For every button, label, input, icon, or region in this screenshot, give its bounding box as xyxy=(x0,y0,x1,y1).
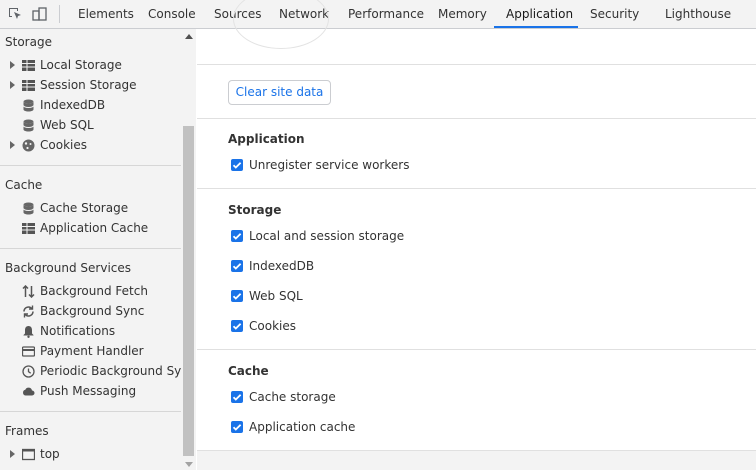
sidebar-item-label: Push Messaging xyxy=(40,384,137,398)
application-sidebar: Storage Local Storage Session Storage In… xyxy=(0,29,196,470)
tab-lighthouse[interactable]: Lighthouse xyxy=(665,0,731,29)
sidebar-item-web-sql[interactable]: Web SQL xyxy=(0,116,181,136)
section-divider xyxy=(197,188,756,189)
sidebar-item-background-fetch[interactable]: Background Fetch xyxy=(0,282,181,302)
sidebar-item-label: Local Storage xyxy=(40,58,122,72)
sidebar-item-indexeddb[interactable]: IndexedDB xyxy=(0,96,181,116)
sidebar-item-periodic-background-sync[interactable]: Periodic Background Sync xyxy=(0,362,196,382)
grid-icon xyxy=(22,79,35,92)
sidebar-divider xyxy=(0,411,181,412)
tab-security[interactable]: Security xyxy=(590,0,639,29)
sidebar-item-label: Background Sync xyxy=(40,304,145,318)
sidebar-item-local-storage[interactable]: Local Storage xyxy=(0,56,181,76)
sidebar-item-notifications[interactable]: Notifications xyxy=(0,322,181,342)
arrows-updown-icon xyxy=(22,284,35,299)
sidebar-heading-frames: Frames xyxy=(5,424,49,438)
section-title-application: Application xyxy=(228,132,305,146)
sidebar-item-label: Cache Storage xyxy=(40,201,129,215)
clear-site-data-button[interactable]: Clear site data xyxy=(228,80,331,105)
checkbox-cookies[interactable] xyxy=(231,320,243,332)
sidebar-item-label: Periodic Background Sync xyxy=(40,364,196,378)
database-icon xyxy=(22,99,35,112)
sidebar-heading-cache: Cache xyxy=(5,178,43,192)
panel-bottom-bar xyxy=(197,450,756,470)
sidebar-item-background-sync[interactable]: Background Sync xyxy=(0,302,181,322)
sidebar-item-label: top xyxy=(40,447,60,461)
checkbox-label[interactable]: Cache storage xyxy=(249,390,336,404)
tab-console[interactable]: Console xyxy=(148,0,196,29)
sidebar-item-label: Application Cache xyxy=(40,221,149,235)
sidebar-item-label: Cookies xyxy=(40,138,87,152)
cookie-icon xyxy=(22,139,35,152)
sidebar-item-label: Payment Handler xyxy=(40,344,144,358)
checkbox-label[interactable]: Local and session storage xyxy=(249,229,404,243)
section-divider xyxy=(197,118,756,119)
devtools-tab-bar: Elements Console Sources Network Perform… xyxy=(0,0,756,29)
section-divider xyxy=(197,64,756,65)
checkbox-application-cache[interactable] xyxy=(231,421,243,433)
checkbox-web-sql[interactable] xyxy=(231,290,243,302)
checkbox-label[interactable]: Unregister service workers xyxy=(249,158,409,172)
frame-icon xyxy=(21,448,36,461)
scrollbar-thumb[interactable] xyxy=(183,126,194,456)
sidebar-item-label: Background Fetch xyxy=(40,284,148,298)
sidebar-heading-background-services: Background Services xyxy=(5,261,132,275)
sidebar-heading-storage: Storage xyxy=(5,35,52,49)
sidebar-item-cache-storage[interactable]: Cache Storage xyxy=(0,199,181,219)
database-icon xyxy=(22,119,35,132)
bell-icon xyxy=(22,325,35,338)
grid-icon xyxy=(22,59,35,72)
active-tab-indicator xyxy=(494,26,578,28)
checkbox-indexeddb[interactable] xyxy=(231,260,243,272)
sidebar-divider xyxy=(0,165,181,166)
section-title-cache: Cache xyxy=(228,364,269,378)
checkbox-label[interactable]: Cookies xyxy=(249,319,296,333)
tab-application[interactable]: Application xyxy=(506,0,573,29)
clock-icon xyxy=(22,365,35,378)
tab-elements[interactable]: Elements xyxy=(78,0,134,29)
expand-arrow-icon[interactable] xyxy=(10,61,15,69)
scroll-down-arrow-icon[interactable] xyxy=(185,462,193,467)
card-icon xyxy=(21,345,36,358)
tab-memory[interactable]: Memory xyxy=(438,0,487,29)
sidebar-item-cookies[interactable]: Cookies xyxy=(0,136,181,156)
grid-icon xyxy=(22,222,35,235)
sidebar-item-frame-top[interactable]: top xyxy=(0,445,181,465)
expand-arrow-icon[interactable] xyxy=(10,81,15,89)
checkbox-label[interactable]: IndexedDB xyxy=(249,259,314,273)
sidebar-item-payment-handler[interactable]: Payment Handler xyxy=(0,342,181,362)
usage-chart-arc xyxy=(233,0,329,49)
sync-icon xyxy=(22,305,35,318)
checkbox-label[interactable]: Web SQL xyxy=(249,289,303,303)
device-toolbar-icon[interactable] xyxy=(32,6,48,22)
sidebar-item-label: Session Storage xyxy=(40,78,137,92)
expand-arrow-icon[interactable] xyxy=(10,141,15,149)
clear-storage-panel: Clear site data Application Unregister s… xyxy=(197,0,756,470)
checkbox-label[interactable]: Application cache xyxy=(249,420,355,434)
sidebar-item-push-messaging[interactable]: Push Messaging xyxy=(0,382,181,402)
section-title-storage: Storage xyxy=(228,203,282,217)
sidebar-item-label: Web SQL xyxy=(40,118,94,132)
checkbox-cache-storage[interactable] xyxy=(231,391,243,403)
database-icon xyxy=(22,202,35,215)
checkbox-local-and-session-storage[interactable] xyxy=(231,230,243,242)
inspect-element-icon[interactable] xyxy=(7,6,23,22)
sidebar-item-session-storage[interactable]: Session Storage xyxy=(0,76,181,96)
sidebar-scrollbar[interactable] xyxy=(181,29,196,470)
expand-arrow-icon[interactable] xyxy=(10,450,15,458)
sidebar-item-label: IndexedDB xyxy=(40,98,106,112)
sidebar-item-label: Notifications xyxy=(40,324,116,338)
cloud-icon xyxy=(22,385,35,398)
scroll-up-arrow-icon[interactable] xyxy=(185,34,193,39)
sidebar-divider xyxy=(0,248,181,249)
section-divider xyxy=(197,349,756,350)
toolbar-separator xyxy=(59,5,60,23)
sidebar-item-application-cache[interactable]: Application Cache xyxy=(0,219,181,239)
tab-performance[interactable]: Performance xyxy=(348,0,424,29)
checkbox-unregister-service-workers[interactable] xyxy=(231,159,243,171)
